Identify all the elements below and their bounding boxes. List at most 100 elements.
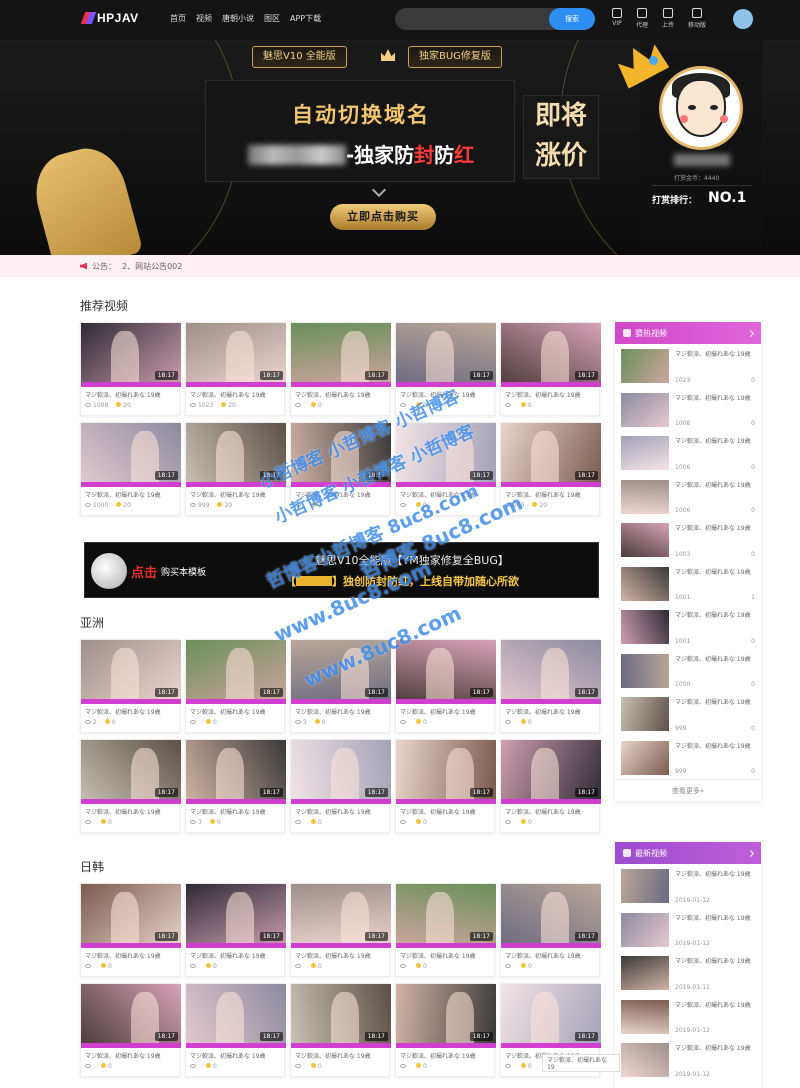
video-thumbnail[interactable]: 18:17 [501,884,601,948]
hot-video-title[interactable]: マジ軟派、初撮れあな 19歳 [675,480,755,489]
hot-video-thumbnail[interactable] [621,566,669,601]
hot-video-title[interactable]: マジ軟派、初撮れあな 19歳 [675,610,755,619]
video-card[interactable]: 18:17 マジ軟派、初撮れあな 19歳 0 [395,739,496,833]
latest-video-thumbnail[interactable] [621,912,669,947]
nav-item-4[interactable]: APP下载 [290,13,321,24]
video-card[interactable]: 18:17 マジ軟派、初撮れあな 19歳 0 [395,983,496,1077]
hot-video-item[interactable]: マジ軟派、初撮れあな 19歳 1008 0 [615,388,761,432]
video-thumbnail[interactable]: 18:17 [186,640,286,704]
nav-item-2[interactable]: 唐朝小说 [222,13,254,24]
video-title[interactable]: マジ軟派、初撮れあな 19歳 [186,1048,284,1060]
video-card[interactable]: 18:17 マジ軟派、初撮れあな 19歳 0 [290,883,391,977]
latest-video-item[interactable]: マジ軟派、初撮れあな 19歳 2019-01-12 [615,864,761,908]
video-title[interactable]: マジ軟派、初撮れあな 19歳 [291,1048,389,1060]
video-title[interactable]: マジ軟派、初撮れあな 19歳 [186,387,284,399]
video-thumbnail[interactable]: 18:17 [81,323,181,387]
hot-video-thumbnail[interactable] [621,436,669,470]
video-thumbnail[interactable]: 18:17 [396,884,496,948]
video-card[interactable]: 18:17 マジ軟派、初撮れあな 19歳 1000 20 [80,422,181,516]
hot-video-item[interactable]: マジ軟派、初撮れあな 19歳 999 0 [615,736,761,780]
video-card[interactable]: 18:17 マジ軟派、初撮れあな 19歳 0 [500,739,601,833]
latest-videos-header[interactable]: 最新视频 [615,842,761,864]
video-thumbnail[interactable]: 18:17 [81,423,181,487]
video-card[interactable]: 18:17 マジ軟派、初撮れあな 19歳 0 [80,739,181,833]
latest-video-title[interactable]: マジ軟派、初撮れあな 19歳 [675,1043,755,1052]
video-card[interactable]: 18:17 マジ軟派、初撮れあな 19歳 2 0 [80,639,181,733]
hot-video-title[interactable]: マジ軟派、初撮れあな 19歳 [675,349,755,358]
video-thumbnail[interactable]: 18:17 [501,640,601,704]
video-title[interactable]: マジ軟派、初撮れあな 19歳 [501,948,599,960]
hot-video-item[interactable]: マジ軟派、初撮れあな 19歳 1003 0 [615,518,761,562]
top-link-2[interactable]: 上传 [662,8,674,29]
video-title[interactable]: マジ軟派、初撮れあな 19歳 [291,948,389,960]
latest-video-title[interactable]: マジ軟派、初撮れあな 19歳 [675,956,755,965]
video-card[interactable]: 18:17 マジ軟派、初撮れあな 19歳 0 [290,739,391,833]
video-card[interactable]: 18:17 マジ軟派、初撮れあな 19歳 0 [500,639,601,733]
video-thumbnail[interactable]: 18:17 [186,740,286,804]
video-card[interactable]: 18:17 マジ軟派、初撮れあな 19歳 0 [185,883,286,977]
hot-video-thumbnail[interactable] [621,523,669,557]
video-thumbnail[interactable]: 18:17 [396,640,496,704]
video-card[interactable]: 18:17 マジ軟派、初撮れあな 19歳 0 [185,983,286,1077]
latest-video-thumbnail[interactable] [621,869,669,903]
video-card[interactable]: 18:17 マジ軟派、初撮れあな 19歳 1008 20 [80,322,181,416]
video-title[interactable]: マジ軟派、初撮れあな 19歳 [501,704,599,716]
site-logo[interactable]: HPJAV [80,11,139,25]
hot-video-item[interactable]: マジ軟派、初撮れあな 19歳 999 0 [615,692,761,736]
video-title[interactable]: マジ軟派、初撮れあな 19歳 [186,704,284,716]
latest-video-item[interactable]: マジ軟派、初撮れあな 19歳 2019-01-12 [615,995,761,1039]
video-thumbnail[interactable]: 18:17 [81,984,181,1048]
video-thumbnail[interactable]: 18:17 [501,323,601,387]
video-thumbnail[interactable]: 18:17 [501,423,601,487]
video-thumbnail[interactable]: 18:17 [291,984,391,1048]
video-title[interactable]: マジ軟派、初撮れあな 19歳 [81,487,179,499]
hot-video-thumbnail[interactable] [621,349,669,383]
video-thumbnail[interactable]: 18:17 [291,740,391,804]
top-link-3[interactable]: 移动版 [688,8,706,29]
video-card[interactable]: 18:17 マジ軟派、初撮れあな 19歳 0 [185,639,286,733]
top-link-0[interactable]: VIP [612,8,622,29]
hot-video-title[interactable]: マジ軟派、初撮れあな 19歳 [675,697,755,706]
hot-video-title[interactable]: マジ軟派、初撮れあな 19歳 [675,567,755,576]
video-title[interactable]: マジ軟派、初撮れあな 19歳 [396,948,494,960]
latest-video-thumbnail[interactable] [621,956,669,990]
hot-video-title[interactable]: マジ軟派、初撮れあな 19歳 [675,393,755,402]
user-avatar[interactable] [733,9,753,29]
hot-video-item[interactable]: マジ軟派、初撮れあな 19歳 1006 0 [615,431,761,475]
video-card[interactable]: 18:17 マジ軟派、初撮れあな 19歳 1023 20 [185,322,286,416]
video-card[interactable]: 18:17 マジ軟派、初撮れあな 19歳 0 [290,322,391,416]
video-title[interactable]: マジ軟派、初撮れあな 19歳 [291,704,389,716]
hot-video-title[interactable]: マジ軟派、初撮れあな 19歳 [675,741,755,750]
video-title[interactable]: マジ軟派、初撮れあな 19歳 [81,704,179,716]
video-thumbnail[interactable]: 18:17 [501,984,601,1048]
notice-text[interactable]: 2、网站公告002 [122,261,182,272]
video-thumbnail[interactable]: 18:17 [186,323,286,387]
video-thumbnail[interactable]: 18:17 [396,984,496,1048]
video-title[interactable]: マジ軟派、初撮れあな 19歳 [501,387,599,399]
video-title[interactable]: マジ軟派、初撮れあな 19歳 [81,1048,179,1060]
hot-video-item[interactable]: マジ軟派、初撮れあな 19歳 1001 1 [615,562,761,606]
hot-video-item[interactable]: マジ軟派、初撮れあな 19歳 1023 0 [615,344,761,388]
view-more-link[interactable]: 查看更多» [615,779,761,801]
video-card[interactable]: 18:17 マジ軟派、初撮れあな 19歳 3 0 [185,739,286,833]
hot-video-title[interactable]: マジ軟派、初撮れあな 19歳 [675,436,755,445]
latest-video-item[interactable]: マジ軟派、初撮れあな 19歳 2019-01-12 [615,1038,761,1082]
video-thumbnail[interactable]: 18:17 [396,323,496,387]
buy-now-button[interactable]: 立即点击购买 [330,204,436,230]
video-title[interactable]: マジ軟派、初撮れあな 19歳 [396,704,494,716]
video-card[interactable]: 18:17 マジ軟派、初撮れあな 19歳 0 [395,639,496,733]
video-title[interactable]: マジ軟派、初撮れあな 19歳 [186,804,284,816]
video-thumbnail[interactable]: 18:17 [81,640,181,704]
video-title[interactable]: マジ軟派、初撮れあな 19歳 [81,804,179,816]
hot-video-thumbnail[interactable] [621,697,669,731]
video-card[interactable]: 18:17 マジ軟派、初撮れあな 19歳 0 [395,883,496,977]
nav-item-0[interactable]: 首页 [170,13,186,24]
hot-video-thumbnail[interactable] [621,392,669,427]
video-title[interactable]: マジ軟派、初撮れあな 19歳 [396,804,494,816]
video-thumbnail[interactable]: 18:17 [291,323,391,387]
promo-banner[interactable]: 魅思V10 全能版 独家BUG修复版 自动切换域名 -独家防封防红 即将涨价 立… [0,40,800,255]
video-thumbnail[interactable]: 18:17 [81,884,181,948]
video-thumbnail[interactable]: 18:17 [396,740,496,804]
latest-video-title[interactable]: マジ軟派、初撮れあな 19歳 [675,913,755,922]
video-title[interactable]: マジ軟派、初撮れあな 19歳 [501,804,599,816]
